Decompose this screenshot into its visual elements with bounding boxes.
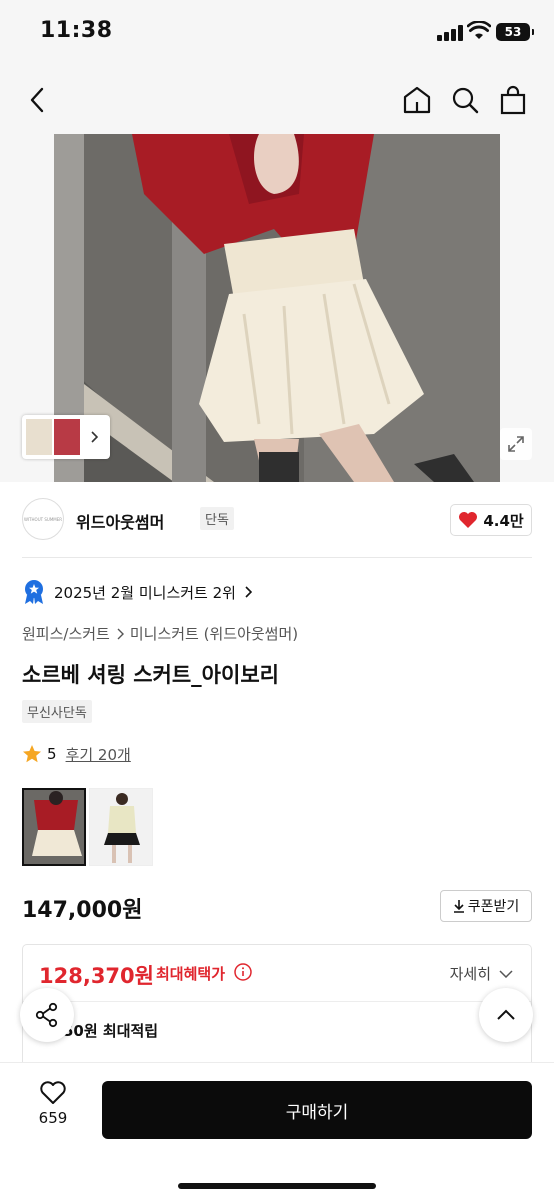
product-photo[interactable] — [54, 134, 500, 482]
product-like-button[interactable]: 659 — [22, 1081, 84, 1137]
brand-logo[interactable]: WITHOUT SUMMER — [22, 498, 64, 540]
rating-row: 5 후기 20개 — [22, 742, 131, 766]
chevron-up-icon — [497, 1009, 515, 1020]
detail-toggle[interactable]: 자세히 — [450, 963, 513, 984]
color-option-selected[interactable] — [22, 788, 86, 866]
original-price: 147,000원 — [22, 898, 143, 923]
product-title: 소르베 셔링 스커트_아이보리 — [22, 663, 279, 687]
status-bar: 11:38 53 — [0, 0, 554, 66]
share-button[interactable] — [20, 988, 74, 1042]
chevron-right-icon — [245, 586, 252, 598]
star-icon — [23, 745, 41, 763]
buy-button[interactable]: 구매하기 — [102, 1081, 532, 1139]
brand-row: WITHOUT SUMMER 위드아웃썸머 단독 4.4만 — [22, 496, 532, 542]
breadcrumb-subcategory[interactable]: 미니스커트 (위드아웃썸머) — [130, 623, 298, 644]
share-icon — [35, 1002, 58, 1028]
battery-icon: 53 — [496, 23, 534, 41]
brand-like-count: 4.4만 — [483, 511, 524, 530]
detail-label: 자세히 — [449, 965, 491, 983]
heart-icon — [459, 512, 478, 528]
wifi-icon — [467, 21, 491, 39]
breadcrumb-category[interactable]: 원피스/스커트 — [22, 623, 110, 644]
brand-name[interactable]: 위드아웃썸머 — [76, 509, 164, 533]
info-icon[interactable] — [234, 963, 252, 981]
signal-icon — [437, 25, 463, 41]
coupon-button[interactable]: 쿠폰받기 — [440, 890, 532, 922]
chevron-right-icon[interactable] — [82, 419, 106, 455]
status-time: 11:38 — [40, 18, 113, 43]
scroll-top-button[interactable] — [479, 988, 533, 1042]
image-thumbnail-strip[interactable] — [22, 415, 110, 459]
ranking-text: 2025년 2월 미니스커트 2위 — [54, 583, 236, 602]
divider — [22, 557, 532, 558]
product-like-count: 659 — [38, 1109, 68, 1127]
exclusive-badge: 무신사단독 — [22, 700, 92, 723]
ranking-link[interactable]: 2025년 2월 미니스커트 2위 — [22, 579, 252, 605]
divider — [23, 1001, 531, 1002]
thumbnail-1[interactable] — [26, 419, 52, 455]
chevron-down-icon — [499, 969, 513, 978]
chevron-right-icon — [117, 628, 124, 639]
price-row: 147,000원 쿠폰받기 — [22, 890, 532, 924]
heart-outline-icon — [40, 1081, 66, 1104]
brand-like-button[interactable]: 4.4만 — [450, 504, 532, 536]
coupon-label: 쿠폰받기 — [467, 899, 520, 915]
thumbnail-2[interactable] — [54, 419, 80, 455]
home-icon[interactable] — [399, 82, 435, 118]
max-benefit-label: 최대혜택가 — [156, 965, 226, 983]
download-icon — [453, 900, 464, 913]
home-indicator — [178, 1183, 376, 1189]
bag-icon[interactable] — [495, 82, 531, 118]
brand-exclusive-badge: 단독 — [200, 507, 234, 530]
review-link[interactable]: 후기 20개 — [66, 744, 131, 765]
rating-value: 5 — [47, 745, 57, 763]
breadcrumb: 원피스/스커트 미니스커트 (위드아웃썸머) — [22, 623, 298, 644]
bottom-bar: 659 구매하기 — [0, 1062, 554, 1200]
search-icon[interactable] — [447, 82, 483, 118]
product-image-area — [0, 134, 554, 482]
max-benefit-price: 128,370원 — [39, 964, 154, 988]
back-icon[interactable] — [20, 82, 56, 118]
color-option[interactable] — [89, 788, 153, 866]
max-points: 50원 최대적립 — [63, 1022, 159, 1040]
expand-icon[interactable] — [500, 428, 532, 460]
top-header — [0, 66, 554, 134]
ranking-badge-icon — [25, 580, 43, 604]
